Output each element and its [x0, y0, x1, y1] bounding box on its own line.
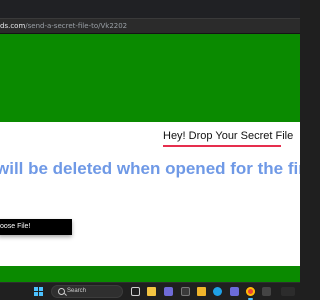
- url-text[interactable]: ds.com/send-a-secret-file-to/Vk2202: [0, 20, 127, 32]
- search-icon: [58, 288, 65, 295]
- url-path: /send-a-secret-file-to/Vk2202: [25, 22, 128, 30]
- folder-icon[interactable]: [197, 287, 206, 296]
- taskbar-search-box[interactable]: Search: [51, 285, 123, 298]
- system-tray-icon[interactable]: [281, 287, 295, 296]
- windows-start-icon[interactable]: [34, 287, 43, 296]
- teams-icon[interactable]: [164, 287, 173, 296]
- store-icon[interactable]: [230, 287, 239, 296]
- taskbar: Search: [0, 282, 300, 300]
- chrome-icon[interactable]: [246, 287, 255, 296]
- active-app-indicator: [248, 298, 253, 300]
- choose-file-button[interactable]: oose File!: [0, 219, 72, 235]
- address-bar[interactable]: ds.com/send-a-secret-file-to/Vk2202: [0, 18, 300, 34]
- search-label: Search: [67, 288, 87, 294]
- deletion-notice: will be deleted when opened for the firs…: [0, 159, 300, 178]
- green-banner-bottom: [0, 266, 300, 282]
- browser-tab-strip: [0, 0, 300, 18]
- edge-icon[interactable]: [213, 287, 222, 296]
- screen: ds.com/send-a-secret-file-to/Vk2202 Hey!…: [0, 0, 300, 300]
- heading-underline: [163, 145, 281, 147]
- app-icon[interactable]: [181, 287, 190, 296]
- web-page: Hey! Drop Your Secret File will be delet…: [0, 34, 300, 282]
- file-explorer-icon[interactable]: [147, 287, 156, 296]
- task-view-icon[interactable]: [131, 287, 140, 296]
- green-banner-top: [0, 34, 300, 122]
- page-heading: Hey! Drop Your Secret File: [163, 130, 294, 142]
- app-icon[interactable]: [262, 287, 271, 296]
- url-domain: ds.com: [0, 22, 26, 30]
- content-panel: [0, 122, 300, 266]
